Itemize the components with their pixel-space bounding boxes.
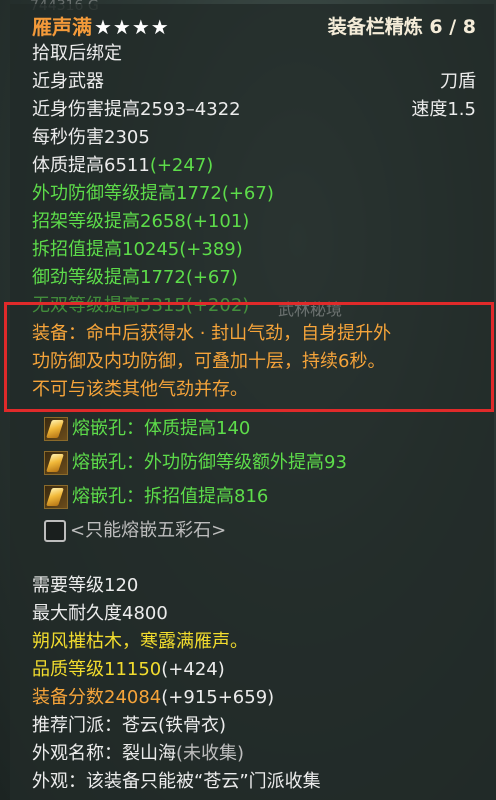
item-name: 雁声满 ★★★★ bbox=[32, 14, 170, 40]
max-durability: 最大耐久度4800 bbox=[32, 603, 168, 624]
score-bonus: (+915+659) bbox=[161, 687, 275, 708]
refine-level: 装备栏精炼 6 / 8 bbox=[327, 16, 476, 38]
melee-damage: 近身伤害提高2593–4322 bbox=[32, 99, 241, 120]
stat-text: 拆招值提高10245 bbox=[32, 239, 180, 260]
bind-status: 拾取后绑定 bbox=[32, 43, 122, 64]
star-rating-icon: ★★★★ bbox=[94, 15, 170, 39]
appearance-note: 外观：该装备只能被“苍云”门派收集 bbox=[32, 771, 321, 792]
socket-text: 熔嵌孔：外功防御等级额外提高93 bbox=[72, 452, 347, 473]
quality-level: 品质等级11150(+424) bbox=[32, 658, 225, 682]
socket-text: <只能熔嵌五彩石> bbox=[70, 520, 227, 541]
stat-bonus: (+389) bbox=[179, 239, 243, 260]
empty-socket-icon bbox=[44, 520, 66, 542]
stat-text: 体质提高6511 bbox=[32, 155, 150, 176]
stat-text: 御劲等级提高1772 bbox=[32, 267, 186, 288]
stat-toughness: 御劲等级提高1772(+67) bbox=[32, 266, 238, 290]
required-level: 需要等级120 bbox=[32, 575, 139, 596]
socket-2: 熔嵌孔：外功防御等级额外提高93 bbox=[44, 450, 347, 476]
score-text: 装备分数24084 bbox=[32, 687, 162, 708]
item-name-text: 雁声满 bbox=[32, 15, 92, 39]
quality-bonus: (+424) bbox=[161, 659, 225, 680]
gem-icon bbox=[44, 417, 68, 441]
weapon-subtype: 刀盾 bbox=[440, 71, 476, 92]
stat-bonus: (+101) bbox=[185, 211, 250, 232]
gem-icon bbox=[44, 485, 68, 509]
gem-icon bbox=[44, 451, 68, 475]
stat-bonus: (+247) bbox=[149, 155, 214, 176]
socket-3: 熔嵌孔：拆招值提高816 bbox=[44, 484, 268, 510]
equipment-score: 装备分数24084(+915+659) bbox=[32, 686, 274, 710]
stat-constitution: 体质提高6511(+247) bbox=[32, 154, 213, 178]
socket-1: 熔嵌孔：体质提高140 bbox=[44, 416, 250, 442]
flavor-text: 朔风摧枯木，寒露满雁声。 bbox=[32, 631, 248, 652]
attack-speed: 速度1.5 bbox=[411, 99, 476, 120]
stat-outer-defense: 外功防御等级提高1772(+67) bbox=[32, 182, 274, 206]
equip-effect-highlight-box bbox=[4, 302, 494, 412]
quality-text: 品质等级11150 bbox=[32, 659, 162, 680]
appearance-status: (未收集) bbox=[176, 743, 245, 764]
appearance-name: 外观名称：裂山海(未收集) bbox=[32, 742, 244, 766]
stat-parry: 招架等级提高2658(+101) bbox=[32, 210, 249, 234]
socket-text: 熔嵌孔：拆招值提高816 bbox=[72, 486, 269, 507]
weapon-type: 近身武器 bbox=[32, 71, 104, 92]
appearance-label: 外观名称：裂山海 bbox=[32, 743, 176, 764]
socket-4: <只能熔嵌五彩石> bbox=[44, 518, 226, 544]
socket-text: 熔嵌孔：体质提高140 bbox=[72, 418, 251, 439]
stat-parry-value: 拆招值提高10245(+389) bbox=[32, 238, 243, 262]
recommended-school: 推荐门派：苍云(铁骨衣) bbox=[32, 715, 227, 736]
damage-per-second: 每秒伤害2305 bbox=[32, 127, 150, 148]
stat-text: 招架等级提高2658 bbox=[32, 211, 186, 232]
stat-text: 外功防御等级提高1772 bbox=[32, 183, 222, 204]
stat-bonus: (+67) bbox=[185, 267, 238, 288]
stat-bonus: (+67) bbox=[221, 183, 274, 204]
